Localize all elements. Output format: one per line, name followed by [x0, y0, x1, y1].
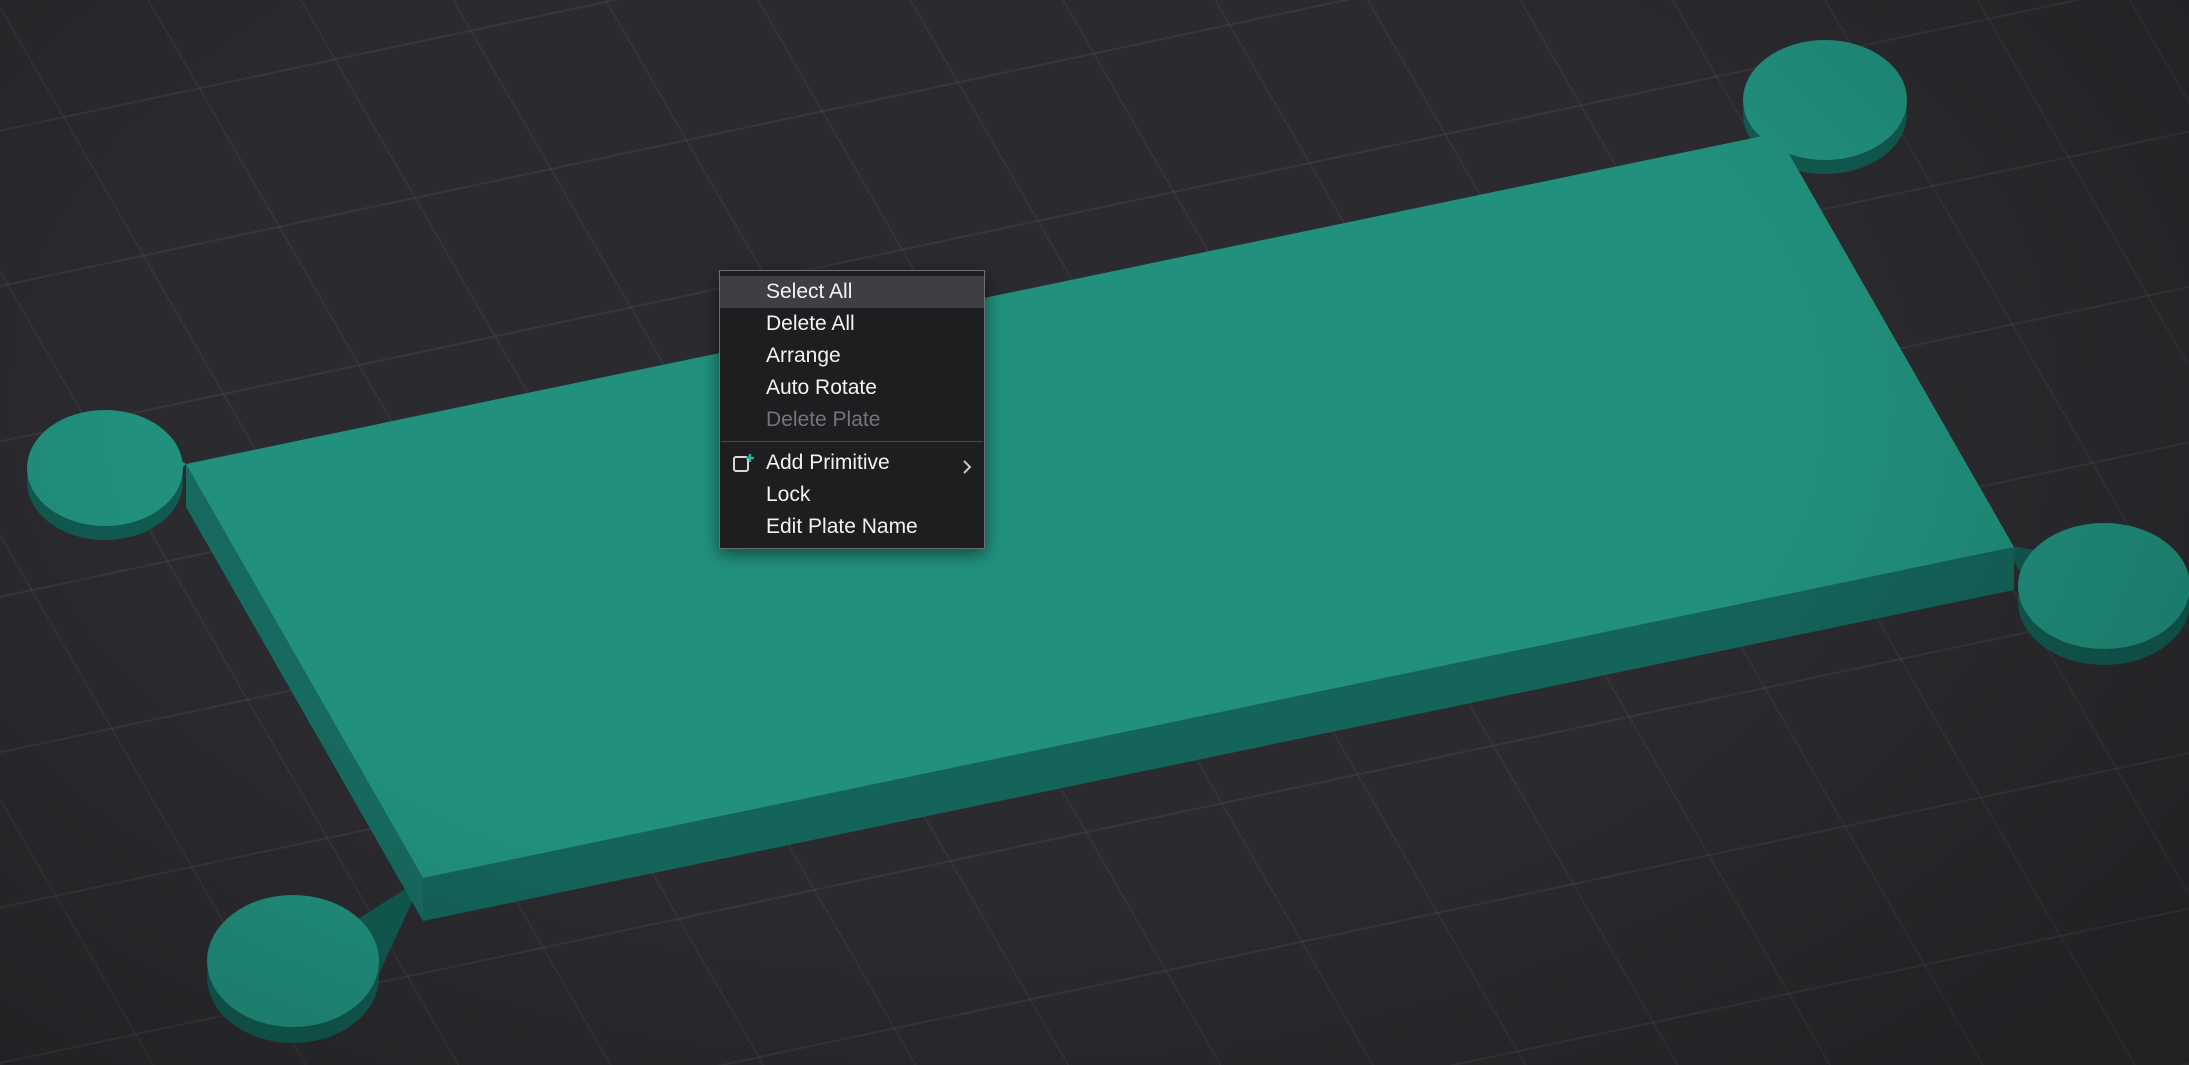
- submenu-chevron-icon: [958, 454, 976, 474]
- corner-handle-east[interactable]: [2018, 523, 2189, 649]
- menu-item-arrange[interactable]: Arrange: [720, 340, 984, 372]
- corner-handle-south[interactable]: [207, 895, 379, 1027]
- context-menu: Select All Delete All Arrange Auto Rotat…: [719, 270, 985, 549]
- menu-item-delete-plate: Delete Plate: [720, 404, 984, 436]
- menu-item-auto-rotate[interactable]: Auto Rotate: [720, 372, 984, 404]
- menu-item-add-primitive[interactable]: Add Primitive: [720, 447, 984, 479]
- menu-item-lock[interactable]: Lock: [720, 479, 984, 511]
- viewport-3d: Select All Delete All Arrange Auto Rotat…: [0, 0, 2189, 1065]
- menu-item-label: Edit Plate Name: [766, 515, 918, 538]
- menu-separator: [721, 441, 983, 442]
- menu-item-edit-plate-name[interactable]: Edit Plate Name: [720, 511, 984, 543]
- menu-item-select-all[interactable]: Select All: [720, 276, 984, 308]
- menu-item-label: Delete All: [766, 312, 855, 335]
- add-primitive-icon: [732, 452, 756, 476]
- viewport-3d-scene: [27, 40, 2189, 1043]
- menu-item-delete-all[interactable]: Delete All: [720, 308, 984, 340]
- menu-item-label: Arrange: [766, 344, 841, 367]
- menu-item-label: Select All: [766, 280, 853, 303]
- menu-item-label: Delete Plate: [766, 408, 881, 431]
- menu-item-label: Auto Rotate: [766, 376, 877, 399]
- menu-item-label: Lock: [766, 483, 811, 506]
- menu-item-label: Add Primitive: [766, 451, 890, 474]
